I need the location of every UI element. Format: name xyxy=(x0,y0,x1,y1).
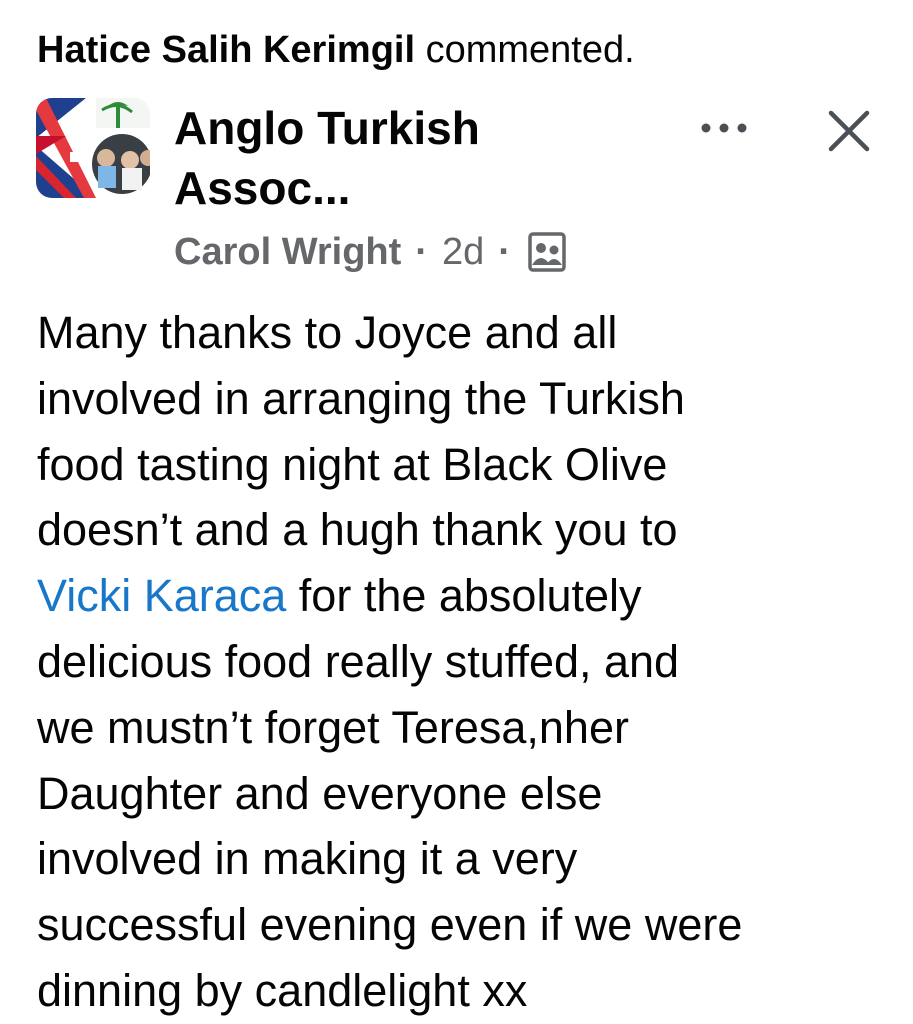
group-avatar[interactable] xyxy=(36,98,150,198)
close-button[interactable] xyxy=(824,106,874,156)
close-icon xyxy=(828,110,870,152)
post-text-line: Daughter and everyone else xyxy=(37,767,603,819)
post-text-line: doesn’t and a hugh thank you to xyxy=(37,504,678,556)
group-name-line-1: Anglo Turkish xyxy=(174,102,480,154)
more-options-button[interactable] xyxy=(697,106,753,150)
post-text-line: dinning by candlelight xx xyxy=(37,964,528,1016)
members-group-icon[interactable] xyxy=(527,231,567,273)
post-text-fragment: for the absolutely xyxy=(298,570,642,622)
activity-action: commented. xyxy=(425,29,635,71)
post-text-line: successful evening even if we were xyxy=(37,899,743,951)
activity-actor[interactable]: Hatice Salih Kerimgil xyxy=(37,29,415,71)
post-text-line: delicious food really stuffed, and xyxy=(37,635,680,687)
post-time[interactable]: 2d xyxy=(442,231,484,274)
mention-link[interactable]: Vicki Karaca xyxy=(37,570,286,621)
activity-header: Hatice Salih Kerimgil commented. xyxy=(37,24,635,76)
group-avatar-image xyxy=(36,98,150,198)
group-name-line-2: Assoc... xyxy=(174,162,351,214)
group-name[interactable]: Anglo Turkish Assoc... xyxy=(174,98,594,218)
post-text-line: involved in making it a very xyxy=(37,833,578,885)
post-body: Many thanks to Joyce and all involved in… xyxy=(37,300,897,1024)
meta-separator: · xyxy=(415,230,428,273)
post-text-line: food tasting night at Black Olive xyxy=(37,438,668,490)
meta-separator: · xyxy=(498,230,511,273)
post-text-line-with-mention: Vicki Karaca for the absolutely xyxy=(37,563,897,629)
more-horizontal-icon xyxy=(701,123,747,133)
post-author[interactable]: Carol Wright xyxy=(174,231,401,274)
post-text-line: we mustn’t forget Teresa,nher xyxy=(37,701,629,753)
post-text-line: involved in arranging the Turkish xyxy=(37,372,685,424)
post-meta: Carol Wright · 2d · xyxy=(174,226,567,278)
post-text-line: Many thanks to Joyce and all xyxy=(37,307,618,358)
